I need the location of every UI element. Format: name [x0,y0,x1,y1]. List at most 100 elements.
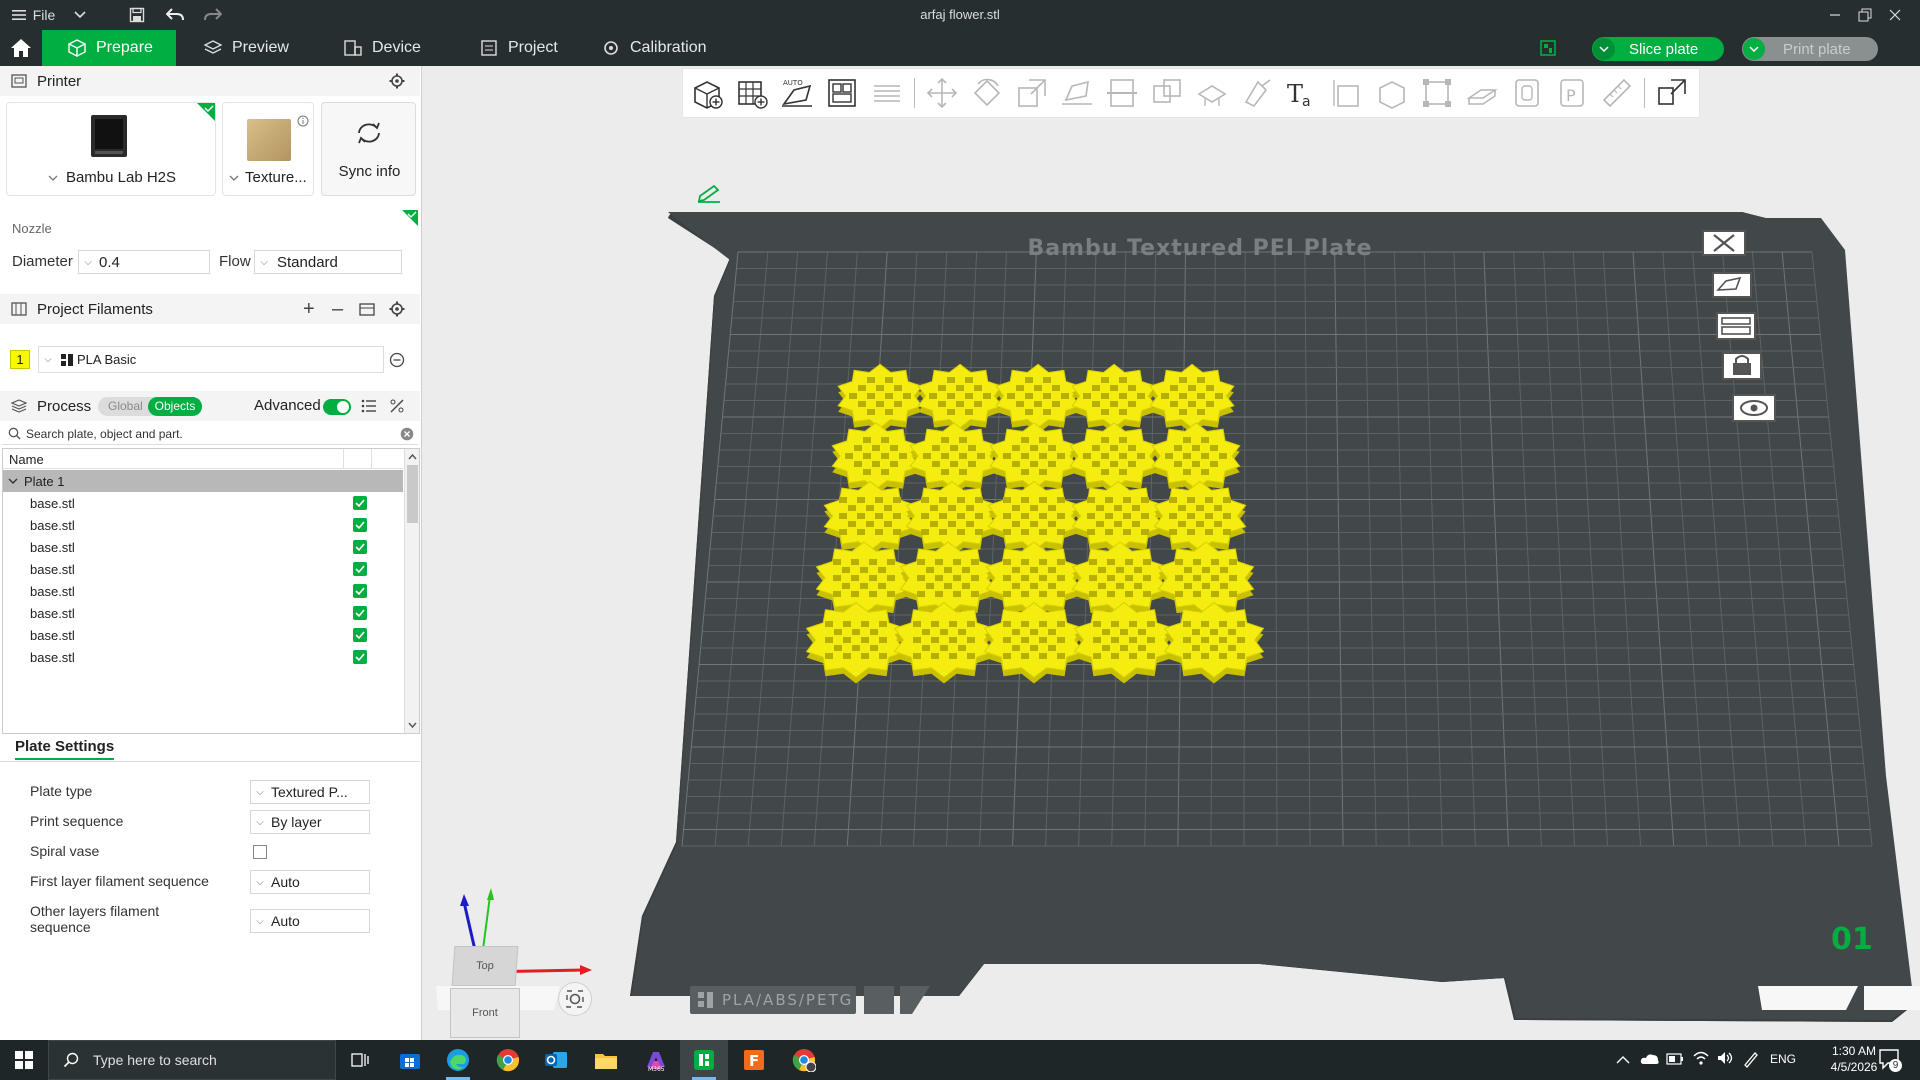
tab-prepare[interactable]: Prepare [42,30,176,66]
build-plate[interactable] [424,66,1920,1040]
flow-dropdown[interactable]: ⌵ Standard [254,250,402,274]
checkbox-checked-icon[interactable] [353,628,367,642]
volume-icon[interactable] [1716,1050,1734,1069]
object-list-scrollbar[interactable] [404,449,419,733]
taskbar-search-box[interactable]: Type here to search [48,1040,336,1080]
orient-plate-icon[interactable] [1710,270,1754,300]
outlook-icon[interactable] [532,1040,580,1080]
list-item[interactable]: base.stl [3,580,403,602]
save-icon[interactable] [124,0,150,30]
list-item[interactable]: base.stl [3,492,403,514]
print-sequence-dropdown[interactable]: ⌵ By layer [250,810,370,834]
view-front-face[interactable]: Front [450,988,520,1038]
chrome-icon[interactable] [484,1040,532,1080]
tab-calibration[interactable]: Calibration [588,30,728,66]
list-item[interactable]: base.stl [3,602,403,624]
list-item[interactable]: base.stl [3,514,403,536]
fusion-icon[interactable]: F [730,1040,778,1080]
objects-option[interactable]: Objects [148,397,202,416]
diameter-dropdown[interactable]: ⌵ 0.4 [78,250,210,274]
tab-preview[interactable]: Preview [190,30,310,66]
clear-search-icon[interactable] [400,427,414,441]
remove-plate-icon[interactable] [1700,228,1748,258]
global-option[interactable]: Global [108,399,143,413]
global-objects-toggle[interactable]: Global Objects [98,397,202,416]
list-item[interactable]: base.stl [3,646,403,668]
menu-chevron-icon[interactable] [68,0,92,30]
other-layers-sequence-dropdown[interactable]: ⌵ Auto [250,909,370,933]
name-column-header[interactable]: Name [9,452,44,467]
printer-settings-icon[interactable] [389,73,405,89]
pen-icon[interactable] [1742,1050,1760,1071]
view-cube[interactable]: Top Front [450,946,520,1038]
chrome-profile-icon[interactable] [780,1040,828,1080]
plate-number[interactable]: 01 [1831,922,1873,957]
info-icon[interactable] [297,115,309,127]
language-indicator[interactable]: ENG [1770,1052,1796,1066]
home-button[interactable] [0,30,40,66]
edit-plate-name-icon[interactable] [696,182,724,204]
compare-icon[interactable] [389,398,405,414]
plate-settings-eye-icon[interactable] [1730,392,1778,424]
object-search-field[interactable]: Search plate, object and part. [2,423,418,445]
view-top-face[interactable]: Top [451,946,519,986]
filament-sync-icon[interactable] [359,301,375,317]
checkbox-checked-icon[interactable] [353,518,367,532]
remove-circle-icon[interactable] [389,352,405,368]
tab-plate-settings[interactable]: Plate Settings [15,738,115,760]
filament-settings-icon[interactable] [389,301,405,317]
plate-select[interactable]: Texture... [229,169,315,186]
print-plate-button[interactable]: Print plate [1742,37,1878,61]
tab-device[interactable]: Device [330,30,450,66]
close-icon[interactable] [1882,0,1908,30]
tab-project[interactable]: Project [466,30,586,66]
printer-select[interactable]: Bambu Lab H2S [7,169,217,186]
spiral-vase-checkbox[interactable] [253,845,267,859]
checkbox-checked-icon[interactable] [353,606,367,620]
filament-index-badge[interactable]: 1 [10,350,30,369]
remove-filament-icon[interactable]: – [332,298,343,321]
checkbox-checked-icon[interactable] [353,496,367,510]
bambu-studio-taskbar-icon[interactable] [680,1040,728,1080]
advanced-toggle[interactable] [323,399,351,415]
onedrive-icon[interactable] [1640,1050,1660,1069]
slice-plate-button[interactable]: Slice plate [1592,37,1724,61]
object-search-input[interactable]: Search plate, object and part. [26,427,183,441]
print-dropdown-icon[interactable] [1743,38,1765,60]
tray-chevron-icon[interactable] [1616,1052,1630,1068]
checkbox-checked-icon[interactable] [353,650,367,664]
minimize-icon[interactable] [1822,0,1848,30]
scrollbar-thumb[interactable] [407,465,418,523]
checkbox-checked-icon[interactable] [353,540,367,554]
file-explorer-icon[interactable] [582,1040,630,1080]
list-item[interactable]: base.stl [3,536,403,558]
wifi-icon[interactable] [1692,1050,1710,1069]
edge-icon[interactable] [434,1040,482,1080]
add-filament-icon[interactable]: + [303,298,315,321]
task-view-icon[interactable] [336,1040,384,1080]
printer-card[interactable]: Bambu Lab H2S [6,102,216,196]
undo-icon[interactable] [162,0,188,30]
slice-dropdown-icon[interactable] [1593,38,1615,60]
checkbox-checked-icon[interactable] [353,584,367,598]
arrange-plate-icon[interactable] [1714,310,1758,342]
restore-icon[interactable] [1852,0,1878,30]
plate-card[interactable]: Texture... [222,102,314,196]
m365-icon[interactable]: M365 [632,1040,680,1080]
first-layer-sequence-dropdown[interactable]: ⌵ Auto [250,870,370,894]
notification-icon[interactable]: 9 [1878,1048,1902,1073]
reset-camera-icon[interactable] [558,982,592,1016]
list-item[interactable]: base.stl [3,558,403,580]
start-button[interactable] [0,1040,48,1080]
list-icon[interactable] [361,399,377,413]
store-icon[interactable] [386,1040,434,1080]
filament-dropdown[interactable]: ⌵ PLA Basic [38,346,384,373]
plate-type-dropdown[interactable]: ⌵ Textured P... [250,780,370,804]
3d-viewport[interactable]: AUTO Ta P Bambu Textured PEI Plate PLA/A… [424,66,1920,1040]
file-menu[interactable]: File [8,0,58,30]
plate-row[interactable]: Plate 1 [3,470,403,492]
sync-info-button[interactable]: Sync info [321,102,416,196]
list-item[interactable]: base.stl [3,624,403,646]
lock-plate-icon[interactable] [1720,350,1764,382]
redo-icon[interactable] [200,0,226,30]
